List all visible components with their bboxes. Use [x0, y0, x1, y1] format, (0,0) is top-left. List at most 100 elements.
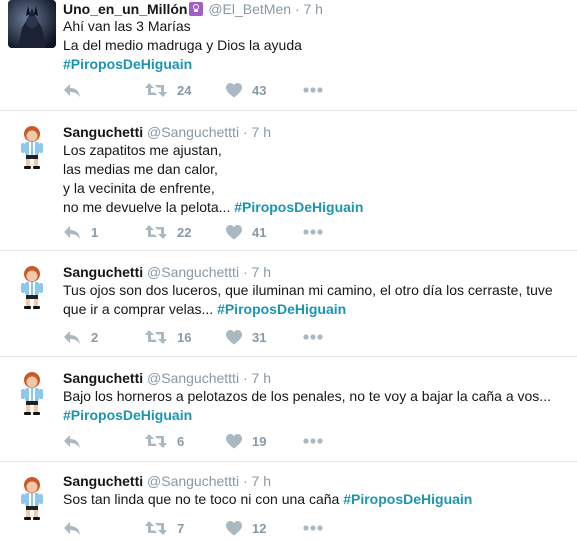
tweet-text: Los zapatitos me ajustan, las medias me … [63, 141, 568, 217]
tweet-line: Ahí van las 3 Marías [63, 18, 191, 34]
retweet-icon [145, 434, 167, 448]
author-name[interactable]: Sanguchetti [63, 264, 143, 280]
heart-icon [226, 224, 242, 239]
tweet-text: Ahí van las 3 Marías La del medio madrug… [63, 17, 568, 74]
tweet[interactable]: Sanguchetti @Sanguchettti · 7 h Tus ojos… [0, 251, 577, 355]
avatar[interactable] [8, 369, 56, 417]
tweet-feed: Uno_en_un_Millón @El_BetMen · 7 h Ahí va… [0, 0, 577, 540]
author-handle[interactable]: @El_BetMen [208, 1, 291, 17]
more-options-button[interactable] [303, 80, 323, 100]
author-handle[interactable]: @Sanguchettti [147, 473, 239, 489]
zodiac-badge-icon [189, 2, 204, 16]
reply-button[interactable] [63, 518, 91, 538]
author-name[interactable]: Sanguchetti [63, 124, 143, 140]
tweet-line: las medias me dan calor, [63, 161, 218, 177]
retweet-icon [145, 225, 167, 239]
heart-icon [226, 82, 242, 97]
tweet-line: que ir a comprar velas... [63, 301, 214, 317]
tweet-header: Sanguchetti @Sanguchettti · 7 h [63, 263, 271, 281]
heart-icon [226, 433, 242, 448]
hashtag-link[interactable]: #PiroposDeHiguain [217, 301, 346, 317]
tweet-line: Bajo los horneros a pelotazos de los pen… [63, 388, 551, 404]
avatar[interactable] [8, 123, 56, 171]
like-count: 12 [252, 520, 267, 536]
reply-icon [64, 435, 80, 448]
retweet-button[interactable]: 24 [145, 80, 191, 100]
reply-icon [64, 226, 80, 239]
reply-button[interactable] [63, 431, 91, 451]
like-button[interactable]: 43 [226, 80, 266, 100]
more-options-button[interactable] [303, 327, 323, 347]
reply-button[interactable] [63, 80, 91, 100]
like-count: 31 [252, 329, 267, 345]
hashtag-link[interactable]: #PiroposDeHiguain [234, 199, 363, 215]
retweet-count: 6 [177, 433, 185, 449]
tweet-line: Sos tan linda que no te toco ni con una … [63, 491, 340, 507]
more-options-button[interactable] [303, 222, 323, 242]
tweet-line: Tus ojos son dos luceros, que iluminan m… [63, 282, 553, 298]
like-button[interactable]: 31 [226, 327, 266, 347]
retweet-button[interactable]: 7 [145, 518, 184, 538]
timestamp[interactable]: 7 h [252, 370, 271, 386]
author-name[interactable]: Sanguchetti [63, 370, 143, 386]
author-name[interactable]: Uno_en_un_Millón [63, 1, 187, 17]
separator-dot: · [242, 370, 248, 386]
avatar[interactable] [8, 263, 56, 311]
heart-icon [226, 329, 242, 344]
tweet-text: Tus ojos son dos luceros, que iluminan m… [63, 281, 568, 319]
tweet-text: Sos tan linda que no te toco ni con una … [63, 490, 568, 509]
tweet[interactable]: Sanguchetti @Sanguchettti · 7 h Los zapa… [0, 111, 577, 249]
like-count: 19 [252, 433, 267, 449]
retweet-count: 16 [177, 329, 192, 345]
hashtag-link[interactable]: #PiroposDeHiguain [63, 56, 192, 72]
like-button[interactable]: 41 [226, 222, 266, 242]
retweet-icon [145, 330, 167, 344]
avatar[interactable] [8, 0, 56, 48]
separator-dot: · [242, 473, 248, 489]
tweet-line: no me devuelve la pelota... [63, 199, 231, 215]
like-button[interactable]: 19 [226, 431, 266, 451]
retweet-count: 7 [177, 520, 185, 536]
avatar[interactable] [8, 474, 56, 522]
heart-icon [226, 520, 242, 535]
more-options-button[interactable] [303, 518, 323, 538]
retweet-button[interactable]: 16 [145, 327, 191, 347]
more-icon [303, 438, 323, 444]
reply-button[interactable]: 1 [63, 222, 98, 242]
author-handle[interactable]: @Sanguchettti [147, 370, 239, 386]
retweet-icon [145, 83, 167, 97]
more-icon [303, 87, 323, 93]
reply-count: 2 [91, 329, 99, 345]
more-icon [303, 334, 323, 340]
author-handle[interactable]: @Sanguchettti [147, 264, 239, 280]
hashtag-link[interactable]: #PiroposDeHiguain [343, 491, 472, 507]
reply-icon [64, 331, 80, 344]
reply-icon [64, 522, 80, 535]
tweet-header: Sanguchetti @Sanguchettti · 7 h [63, 472, 271, 490]
timestamp[interactable]: 7 h [252, 264, 271, 280]
timestamp[interactable]: 7 h [252, 473, 271, 489]
separator-dot: · [242, 264, 248, 280]
separator-dot: · [242, 124, 248, 140]
reply-button[interactable]: 2 [63, 327, 98, 347]
more-icon [303, 229, 323, 235]
like-count: 41 [252, 224, 267, 240]
retweet-button[interactable]: 22 [145, 222, 191, 242]
tweet[interactable]: Uno_en_un_Millón @El_BetMen · 7 h Ahí va… [0, 0, 577, 110]
tweet[interactable]: Sanguchetti @Sanguchettti · 7 h Bajo los… [0, 357, 577, 460]
more-options-button[interactable] [303, 431, 323, 451]
timestamp[interactable]: 7 h [252, 124, 271, 140]
tweet-header: Uno_en_un_Millón @El_BetMen · 7 h [63, 0, 323, 18]
timestamp[interactable]: 7 h [304, 1, 323, 17]
retweet-button[interactable]: 6 [145, 431, 184, 451]
retweet-count: 24 [177, 82, 192, 98]
author-handle[interactable]: @Sanguchettti [147, 124, 239, 140]
tweet[interactable]: Sanguchetti @Sanguchettti · 7 h Sos tan … [0, 462, 577, 540]
like-button[interactable]: 12 [226, 518, 266, 538]
tweet-text: Bajo los horneros a pelotazos de los pen… [63, 387, 568, 425]
author-name[interactable]: Sanguchetti [63, 473, 143, 489]
hashtag-link[interactable]: #PiroposDeHiguain [63, 407, 192, 423]
tweet-line: La del medio madruga y Dios la ayuda [63, 37, 302, 53]
separator-dot: · [294, 1, 300, 17]
tweet-header: Sanguchetti @Sanguchettti · 7 h [63, 369, 271, 387]
